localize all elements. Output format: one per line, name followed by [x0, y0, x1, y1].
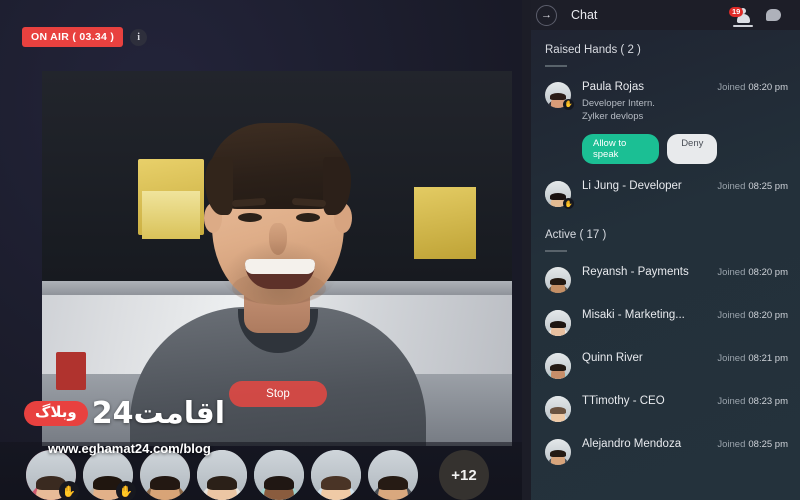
participant-meta: Misaki - Marketing...	[582, 309, 717, 321]
stop-button[interactable]: Stop	[229, 381, 327, 407]
participant-meta: Reyansh - Payments	[582, 266, 717, 278]
thumb-face	[140, 450, 190, 500]
thumb-face	[311, 450, 361, 500]
chat-panel: → Chat 19 Raised Hands ( 2 ) ✋ Paula Rojas…	[522, 0, 800, 500]
participant-row[interactable]: Reyansh - Payments Joined 08:20 pm	[531, 258, 800, 301]
avatar-face	[545, 266, 571, 293]
speaker-eye-right	[296, 213, 320, 222]
participant-row[interactable]: ✋ Paula Rojas Developer Intern. Zylker devl…	[531, 73, 800, 173]
participant-meta: TTimothy - CEO	[582, 395, 717, 407]
participant-joined-time: 08:20 pm	[748, 309, 788, 321]
participant-meta: Quinn River	[582, 352, 717, 364]
thumb-face	[254, 450, 304, 500]
allow-to-speak-button[interactable]: Allow to speak	[582, 134, 660, 165]
section-rule	[545, 65, 567, 67]
participant-joined: Joined 08:20 pm	[717, 266, 788, 278]
avatar	[545, 352, 571, 379]
participant-joined: Joined 08:23 pm	[717, 395, 788, 407]
participant-joined: Joined 08:20 pm	[717, 309, 788, 321]
participant-count-badge: 19	[729, 7, 744, 17]
raise-hand-actions: Allow to speak Deny	[582, 134, 718, 165]
participant-meta: Li Jung - Developer	[582, 180, 717, 192]
participant-thumb-3[interactable]	[140, 450, 190, 500]
avatar-face	[545, 309, 571, 336]
participant-row[interactable]: ✋ Li Jung - Developer Joined 08:25 pm	[531, 172, 800, 215]
avatar-face	[545, 395, 571, 422]
participant-name: Quinn River	[582, 351, 643, 364]
watermark-brand: اقامت24	[91, 396, 226, 431]
participant-thumb-2[interactable]: ✋	[83, 450, 136, 500]
on-air-badge: ON AIR ( 03.34 )	[22, 27, 124, 47]
chat-bubble-icon	[765, 9, 781, 21]
on-air-status: ON AIR ( 03.34 ) i	[22, 27, 148, 47]
participant-joined-time: 08:23 pm	[748, 395, 788, 407]
participant-thumb-7[interactable]	[368, 450, 418, 500]
participant-joined-time: 08:25 pm	[748, 438, 788, 450]
participant-row[interactable]: Alejandro Mendoza Joined 08:25 pm	[531, 430, 800, 473]
participant-list[interactable]: Raised Hands ( 2 ) ✋ Paula Rojas Developer …	[531, 30, 800, 500]
video-stage: ON AIR ( 03.34 ) i Stop اقامت24 وبلاگ ww…	[0, 0, 522, 500]
participant-row[interactable]: TTimothy - CEO Joined 08:23 pm	[531, 387, 800, 430]
avatar	[545, 266, 571, 293]
participant-thumb-4[interactable]	[197, 450, 247, 500]
tab-chat[interactable]	[758, 0, 788, 30]
avatar	[545, 438, 571, 465]
watermark-blog-pill: وبلاگ	[24, 401, 88, 426]
participant-name: Alejandro Mendoza	[582, 437, 682, 450]
section-active: Active ( 17 )	[531, 215, 800, 258]
avatar	[545, 395, 571, 422]
participant-role: Developer Intern. Zylker devlops	[582, 97, 655, 123]
participant-meta: Paula Rojas Developer Intern. Zylker devlo…	[582, 80, 718, 165]
raised-hand-icon: ✋	[563, 198, 574, 210]
avatar	[545, 309, 571, 336]
speaker-eye-left	[238, 213, 262, 222]
participant-joined-time: 08:20 pm	[748, 266, 788, 278]
participant-thumb-6[interactable]	[311, 450, 361, 500]
watermark-logo: اقامت24 وبلاگ	[24, 396, 226, 431]
info-icon[interactable]: i	[130, 28, 148, 46]
participant-joined-time: 08:20 pm	[748, 81, 788, 93]
deny-button[interactable]: Deny	[667, 134, 718, 165]
watermark-url: www.eghamat24.com/blog	[48, 441, 211, 456]
participant-joined: Joined 08:25 pm	[717, 438, 788, 450]
participant-joined: Joined 08:21 pm	[717, 352, 788, 364]
raised-hand-icon: ✋	[116, 481, 136, 500]
participant-row[interactable]: Misaki - Marketing... Joined 08:20 pm	[531, 301, 800, 344]
participant-joined: Joined 08:25 pm	[717, 181, 788, 193]
avatar: ✋	[545, 181, 574, 210]
panel-left-edge	[522, 0, 531, 500]
avatar-face	[545, 438, 571, 465]
participant-row[interactable]: Quinn River Joined 08:21 pm	[531, 344, 800, 387]
participant-joined-time: 08:25 pm	[748, 181, 788, 193]
section-rule	[545, 250, 567, 252]
participant-name: Li Jung - Developer	[582, 180, 682, 193]
avatar: ✋	[545, 81, 574, 110]
section-raised-hands: Raised Hands ( 2 )	[531, 30, 800, 73]
participant-name: Reyansh - Payments	[582, 265, 689, 278]
raised-hand-icon: ✋	[563, 98, 574, 110]
speaker-teeth	[245, 259, 315, 274]
avatar-face	[545, 352, 571, 379]
thumb-face	[197, 450, 247, 500]
participant-thumb-5[interactable]	[254, 450, 304, 500]
speaker-nose	[269, 223, 287, 255]
participant-name: Paula Rojas	[582, 80, 645, 93]
participant-name: TTimothy - CEO	[582, 394, 665, 407]
more-participants-button[interactable]: +12	[439, 450, 489, 500]
participant-thumb-1[interactable]: ✋	[26, 450, 79, 500]
raised-hand-icon: ✋	[59, 481, 79, 500]
participant-joined-time: 08:21 pm	[748, 352, 788, 364]
tab-participants[interactable]: 19	[728, 0, 758, 30]
panel-title: Chat	[571, 8, 598, 22]
thumb-face	[368, 450, 418, 500]
panel-header: → Chat 19	[531, 0, 800, 30]
arrow-right-icon[interactable]: →	[536, 4, 557, 26]
participant-joined: Joined 08:20 pm	[717, 81, 788, 93]
participant-name: Misaki - Marketing...	[582, 308, 685, 321]
participant-meta: Alejandro Mendoza	[582, 438, 717, 450]
